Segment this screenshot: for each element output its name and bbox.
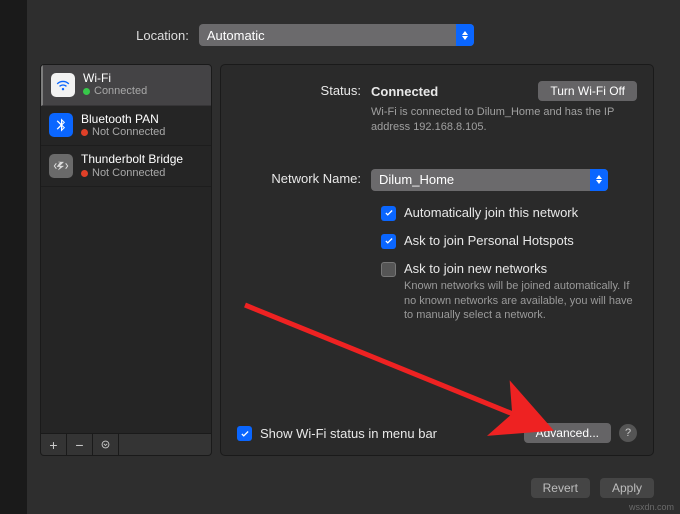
network-name-select[interactable]: Dilum_Home: [371, 169, 608, 191]
sidebar-item-label: Wi-Fi: [83, 71, 147, 85]
ask-new-checkbox[interactable]: [381, 262, 396, 277]
sidebar-item-bluetooth-pan[interactable]: Bluetooth PAN Not Connected: [41, 106, 211, 147]
auto-join-checkbox[interactable]: [381, 206, 396, 221]
status-dot-icon: [81, 170, 88, 177]
status-description: Wi-Fi is connected to Dilum_Home and has…: [371, 105, 637, 135]
status-value: Connected: [371, 84, 438, 99]
network-service-list: Wi-Fi Connected Bluetooth PAN Not Connec…: [40, 64, 212, 434]
network-name-label: Network Name:: [231, 169, 371, 186]
chevron-updown-icon: [456, 24, 474, 46]
watermark: wsxdn.com: [629, 502, 674, 512]
sidebar-item-label: Bluetooth PAN: [81, 112, 165, 126]
sidebar-item-status: Not Connected: [92, 126, 165, 139]
location-value: Automatic: [207, 28, 265, 43]
bluetooth-icon: [49, 113, 73, 137]
network-name-value: Dilum_Home: [379, 172, 454, 187]
chevron-updown-icon: [590, 169, 608, 191]
ask-hotspot-checkbox[interactable]: [381, 234, 396, 249]
add-service-button[interactable]: +: [41, 434, 67, 455]
service-actions-button[interactable]: [93, 434, 119, 455]
ask-new-description: Known networks will be joined automatica…: [404, 279, 634, 324]
show-status-label: Show Wi-Fi status in menu bar: [260, 426, 437, 441]
sidebar-item-thunderbolt[interactable]: Thunderbolt Bridge Not Connected: [41, 146, 211, 187]
help-button[interactable]: ?: [619, 424, 637, 442]
status-dot-icon: [81, 129, 88, 136]
sidebar-item-status: Connected: [94, 85, 147, 98]
location-label: Location:: [136, 28, 189, 43]
show-status-checkbox[interactable]: [237, 426, 252, 441]
revert-button[interactable]: Revert: [531, 478, 590, 498]
thunderbolt-icon: [49, 154, 73, 178]
ask-hotspot-label: Ask to join Personal Hotspots: [404, 233, 574, 248]
remove-service-button[interactable]: −: [67, 434, 93, 455]
auto-join-label: Automatically join this network: [404, 205, 578, 220]
main-panel: Status: Connected Turn Wi-Fi Off Wi-Fi i…: [220, 64, 654, 456]
location-select[interactable]: Automatic: [199, 24, 474, 46]
sidebar-item-status: Not Connected: [92, 167, 165, 180]
turn-wifi-off-button[interactable]: Turn Wi-Fi Off: [538, 81, 637, 101]
status-dot-icon: [83, 88, 90, 95]
apply-button[interactable]: Apply: [600, 478, 654, 498]
status-label: Status:: [231, 81, 371, 98]
sidebar-item-label: Thunderbolt Bridge: [81, 152, 183, 166]
wifi-icon: [51, 73, 75, 97]
sidebar-item-wifi[interactable]: Wi-Fi Connected: [41, 65, 211, 106]
ask-new-label: Ask to join new networks: [404, 261, 634, 276]
advanced-button[interactable]: Advanced...: [524, 423, 611, 443]
sidebar-footer: + −: [40, 434, 212, 456]
